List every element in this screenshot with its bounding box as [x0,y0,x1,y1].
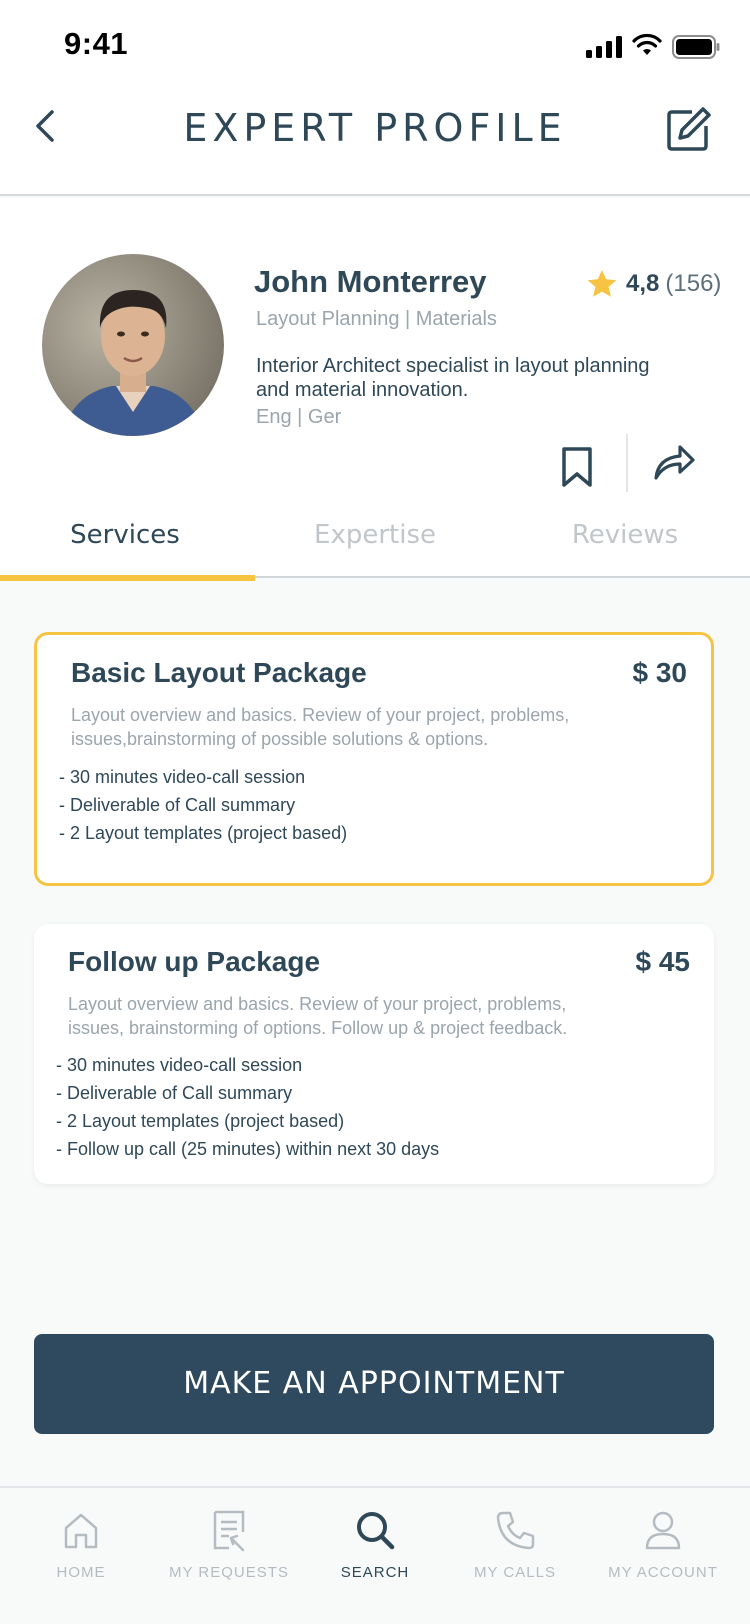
search-icon [357,1512,395,1550]
page-title: EXPERT PROFILE [183,106,567,150]
feature-item: - 30 minutes video-call session [56,1055,303,1075]
avatar [42,254,224,436]
tab-expertise[interactable]: Expertise [250,520,500,550]
home-icon [64,1513,98,1549]
tab-active-indicator [0,575,255,581]
nav-home[interactable]: HOME [6,1508,156,1581]
wifi-icon [632,33,662,55]
star-icon [587,270,617,297]
battery-icon [672,35,720,59]
signal-icon [586,36,622,58]
package-card-basic[interactable]: Basic Layout Package $ 30 Layout overvie… [34,632,714,886]
nav-my-account[interactable]: MY ACCOUNT [588,1508,738,1581]
nav-my-requests[interactable]: MY REQUESTS [154,1508,304,1581]
rating-value: 4,8 [626,270,660,297]
package-card-follow-up[interactable]: Follow up Package $ 45 Layout overview a… [34,924,714,1184]
expert-name: John Monterrey [254,264,487,299]
share-icon[interactable] [652,442,696,482]
action-divider [626,434,628,492]
phone-icon [496,1511,535,1550]
nav-label: MY ACCOUNT [608,1564,718,1581]
nav-label: MY CALLS [474,1564,556,1581]
package-name: Basic Layout Package [71,657,367,688]
bookmark-icon[interactable] [560,446,594,488]
expert-specialty: Layout Planning | Materials [256,308,497,330]
nav-label: HOME [56,1564,106,1581]
expert-languages: Eng | Ger [256,406,342,428]
tab-reviews[interactable]: Reviews [500,520,750,550]
feature-item: - 30 minutes video-call session [59,767,306,787]
status-time: 9:41 [64,26,129,61]
make-appointment-button[interactable]: MAKE AN APPOINTMENT [34,1334,714,1434]
package-name: Follow up Package [68,946,321,977]
edit-icon[interactable] [666,106,712,152]
rating: 4,8 (156) [586,266,721,302]
package-description: Layout overview and basics. Review of yo… [68,994,568,1038]
rating-count: (156) [665,270,722,297]
feature-item: - Deliverable of Call summary [59,795,296,815]
package-price: $ 30 [632,657,688,688]
nav-search[interactable]: SEARCH [300,1508,450,1581]
feature-item: - Deliverable of Call summary [56,1083,293,1103]
feature-item: - 2 Layout templates (project based) [59,823,348,843]
package-features: - 30 minutes video-call session - Delive… [59,763,347,847]
nav-label: MY REQUESTS [169,1564,289,1581]
feature-item: - Follow up call (25 minutes) within nex… [56,1139,440,1159]
requests-icon [213,1510,245,1552]
user-icon [645,1511,681,1550]
feature-item: - 2 Layout templates (project based) [56,1111,345,1131]
nav-my-calls[interactable]: MY CALLS [440,1508,590,1581]
tab-services[interactable]: Services [0,520,250,550]
package-features: - 30 minutes video-call session - Delive… [56,1051,439,1163]
package-price: $ 45 [635,946,691,977]
package-description: Layout overview and basics. Review of yo… [71,705,570,749]
expert-bio: Interior Architect specialist in layout … [256,355,650,401]
nav-label: SEARCH [340,1564,410,1581]
